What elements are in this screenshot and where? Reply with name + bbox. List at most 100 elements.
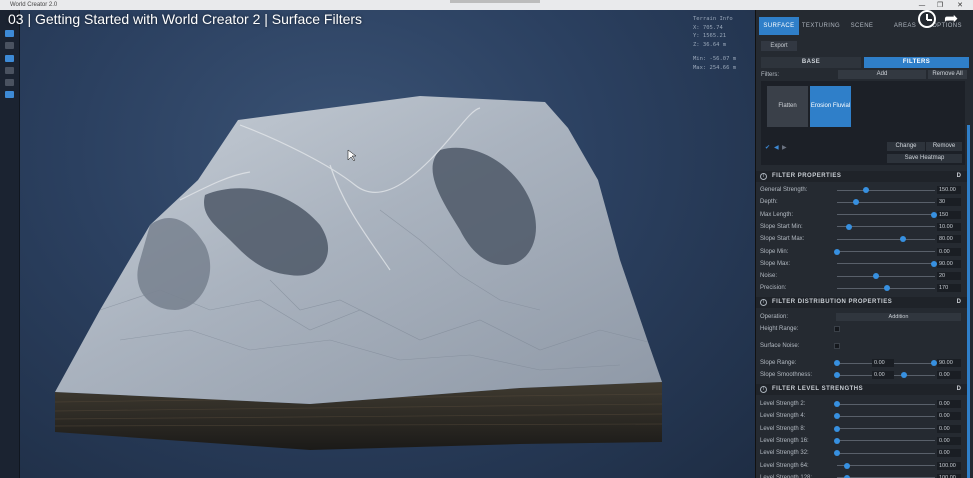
remove-button[interactable]: Remove <box>926 142 962 151</box>
filter-property-value-field[interactable]: 150 <box>937 211 961 219</box>
terrain-info-min: Min: -56.07 m <box>693 55 736 64</box>
clock-icon[interactable] <box>918 10 936 28</box>
filter-property-slider-knob[interactable] <box>846 224 852 230</box>
operation-dropdown[interactable]: Addition <box>836 313 961 321</box>
level-strength-value-field[interactable]: 0.00 <box>937 412 961 420</box>
section-filter-properties[interactable]: i FILTER PROPERTIES D <box>756 171 967 182</box>
filter-property-value-field[interactable]: 90.00 <box>937 260 961 268</box>
level-strength-value-field[interactable]: 0.00 <box>937 437 961 445</box>
minimize-button[interactable]: — <box>915 0 929 10</box>
filter-property-slider-track[interactable] <box>837 251 935 252</box>
image-tool-icon[interactable] <box>5 91 14 98</box>
filter-property-value-field[interactable]: 80.00 <box>937 235 961 243</box>
filter-property-slider-knob[interactable] <box>884 285 890 291</box>
panel-scrollbar[interactable] <box>967 125 970 478</box>
level-strength-value-field[interactable]: 0.00 <box>937 449 961 457</box>
level-strength-slider-track[interactable] <box>837 465 935 466</box>
camera-tool-icon[interactable] <box>5 55 14 62</box>
check-icon[interactable]: ✔ <box>765 144 770 152</box>
slope-smoothness-knob-b[interactable] <box>901 372 907 378</box>
terrain-info-y: Y: 1565.21 <box>693 32 736 41</box>
section-d-toggle[interactable]: D <box>957 297 961 308</box>
tab-texturing[interactable]: TEXTURING <box>800 17 842 35</box>
slope-range-min-knob[interactable] <box>834 360 840 366</box>
terrain-viewport[interactable] <box>0 10 755 478</box>
level-strength-slider-track[interactable] <box>837 440 935 441</box>
level-strength-value-field[interactable]: 0.00 <box>937 400 961 408</box>
level-strength-slider-track[interactable] <box>837 416 935 417</box>
move-left-icon[interactable]: ◀ <box>774 144 779 152</box>
filter-property-slider-knob[interactable] <box>834 249 840 255</box>
level-strength-slider-knob[interactable] <box>844 463 850 469</box>
slope-smoothness-b-value[interactable]: 0.00 <box>937 371 961 379</box>
filter-property-value-field[interactable]: 150.00 <box>937 186 961 194</box>
filter-property-value-field[interactable]: 0.00 <box>937 248 961 256</box>
tab-surface[interactable]: SURFACE <box>759 17 799 35</box>
filter-property-row: Noise:20 <box>756 270 967 282</box>
level-strength-slider-track[interactable] <box>837 453 935 454</box>
subtab-filters[interactable]: FILTERS <box>864 57 969 68</box>
filter-property-slider-knob[interactable] <box>853 199 859 205</box>
slope-range-min-value[interactable]: 0.00 <box>872 359 894 367</box>
subtab-base[interactable]: BASE <box>761 57 861 68</box>
slope-smoothness-knob-a[interactable] <box>834 372 840 378</box>
save-heatmap-button[interactable]: Save Heatmap <box>887 154 962 163</box>
level-strength-slider-knob[interactable] <box>834 413 840 419</box>
height-range-row: Height Range: <box>756 323 967 335</box>
filter-property-value-field[interactable]: 20 <box>937 272 961 280</box>
filter-property-slider-track[interactable] <box>837 276 935 277</box>
filter-property-row: Slope Start Max:80.00 <box>756 233 967 245</box>
level-strength-slider-track[interactable] <box>837 428 935 429</box>
settings-tool-icon[interactable] <box>5 79 14 86</box>
filter-property-slider-track[interactable] <box>837 214 935 215</box>
level-strength-value-field[interactable]: 100.00 <box>937 474 961 478</box>
level-strength-slider-knob[interactable] <box>834 438 840 444</box>
surface-subtabs: BASE FILTERS <box>761 57 969 68</box>
level-strength-value-field[interactable]: 0.00 <box>937 425 961 433</box>
level-strength-value-field[interactable]: 100.00 <box>937 462 961 470</box>
level-strength-row: Level Strength 16:0.00 <box>756 435 967 447</box>
filter-property-slider-knob[interactable] <box>900 236 906 242</box>
share-icon[interactable]: ➦ <box>944 9 958 29</box>
filter-property-slider-knob[interactable] <box>873 273 879 279</box>
filter-property-value-field[interactable]: 30 <box>937 198 961 206</box>
level-strength-slider-track[interactable] <box>837 404 935 405</box>
folder-tool-icon[interactable] <box>5 42 14 49</box>
level-strength-slider-knob[interactable] <box>834 426 840 432</box>
add-filter-button[interactable]: Add <box>838 70 926 79</box>
filter-property-slider-track[interactable] <box>837 190 935 191</box>
terrain-render <box>0 10 755 478</box>
filter-property-slider-track[interactable] <box>837 202 935 203</box>
filter-property-value-field[interactable]: 170 <box>937 284 961 292</box>
save-tool-icon[interactable] <box>5 30 14 37</box>
filter-property-value-field[interactable]: 10.00 <box>937 223 961 231</box>
filter-list-controls: ✔ ◀ ▶ Change Remove Save Heatmap <box>761 141 965 165</box>
section-filter-level-strengths[interactable]: i FILTER LEVEL STRENGTHS D <box>756 384 967 395</box>
remove-all-button[interactable]: Remove All <box>928 70 967 79</box>
filter-property-slider-track[interactable] <box>837 226 935 227</box>
properties-panel: SURFACE TEXTURING SCENE AREAS OPTIONS Ex… <box>755 10 973 478</box>
globe-tool-icon[interactable] <box>5 67 14 74</box>
section-d-toggle[interactable]: D <box>957 171 961 182</box>
filter-property-slider-track[interactable] <box>837 239 935 240</box>
filter-property-row: Max Length: 150 <box>756 209 967 221</box>
section-filter-distribution[interactable]: i FILTER DISTRIBUTION PROPERTIES D <box>756 297 967 308</box>
level-strength-row: Level Strength 8:0.00 <box>756 423 967 435</box>
section-d-toggle[interactable]: D <box>957 384 961 395</box>
slope-smoothness-a-value[interactable]: 0.00 <box>872 371 894 379</box>
filter-property-label: Max Length: <box>760 209 793 221</box>
level-strength-slider-knob[interactable] <box>834 450 840 456</box>
level-strength-slider-knob[interactable] <box>834 401 840 407</box>
filter-card-flatten[interactable]: Flatten <box>767 86 808 127</box>
filter-property-slider-knob[interactable] <box>863 187 869 193</box>
tab-scene[interactable]: SCENE <box>844 17 880 35</box>
export-button[interactable]: Export <box>761 41 797 51</box>
height-range-checkbox[interactable] <box>834 326 840 332</box>
change-button[interactable]: Change <box>887 142 925 151</box>
filter-card-erosion-fluvial[interactable]: Erosion Fluvial <box>810 86 851 127</box>
slope-range-max-value[interactable]: 90.00 <box>937 359 961 367</box>
move-right-icon[interactable]: ▶ <box>782 144 787 152</box>
terrain-info-max: Max: 254.66 m <box>693 64 736 73</box>
filter-property-slider-track[interactable] <box>837 263 935 264</box>
surface-noise-checkbox[interactable] <box>834 343 840 349</box>
